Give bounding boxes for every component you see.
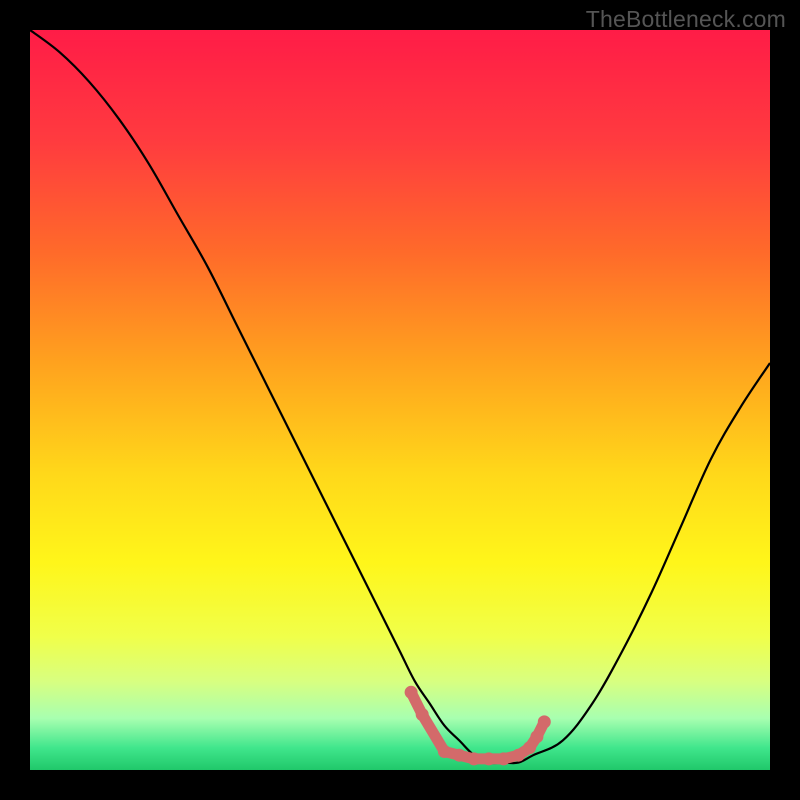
plot-svg — [30, 30, 770, 770]
marker-dot — [538, 715, 551, 728]
plot-area — [30, 30, 770, 770]
chart-frame: TheBottleneck.com — [0, 0, 800, 800]
gradient-background — [30, 30, 770, 770]
watermark-text: TheBottleneck.com — [586, 6, 786, 33]
